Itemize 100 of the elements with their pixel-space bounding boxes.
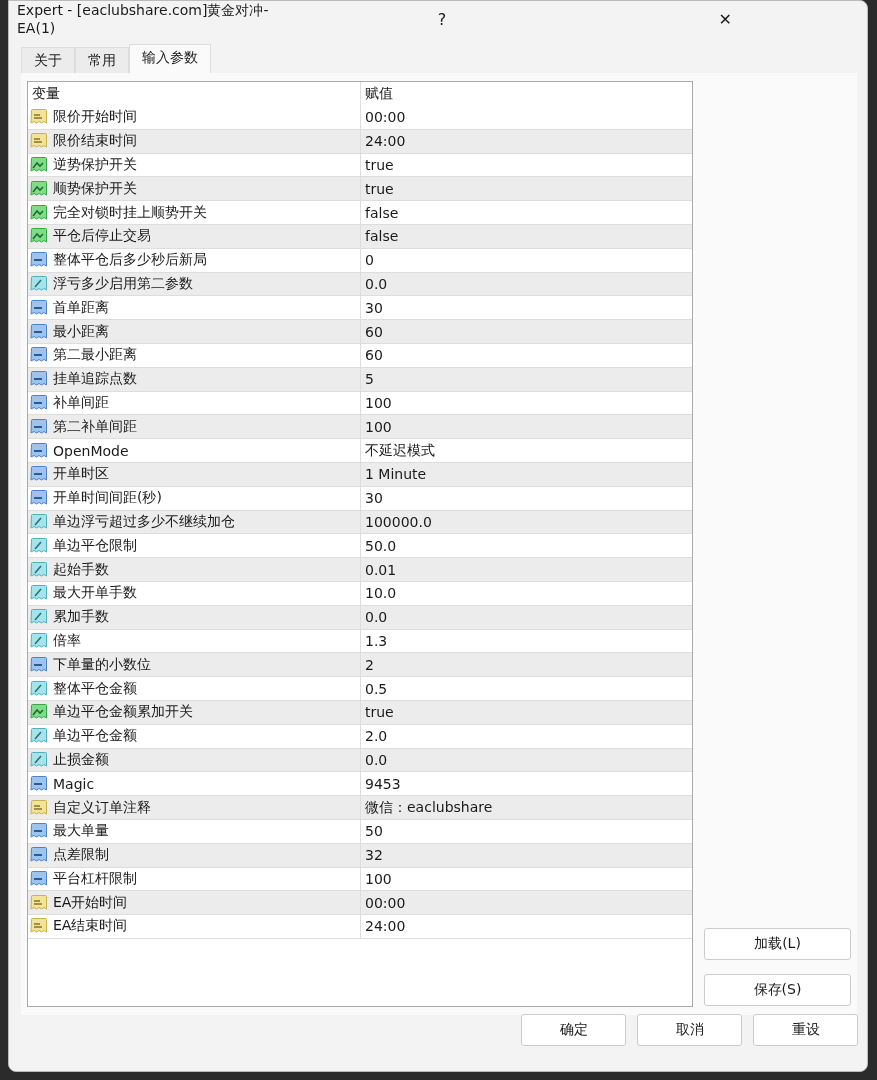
parameter-value[interactable]: 100	[365, 394, 392, 411]
parameter-value[interactable]: 30	[365, 490, 383, 507]
parameter-name: EA开始时间	[53, 893, 128, 912]
parameter-value[interactable]: 0	[365, 252, 374, 269]
parameter-name: 起始手数	[53, 560, 109, 579]
tab[interactable]: 常用	[75, 47, 129, 73]
parameter-value[interactable]: 2.0	[365, 728, 388, 745]
text-type-icon	[30, 132, 48, 151]
decimal-type-icon	[30, 536, 48, 555]
decimal-type-icon	[30, 274, 48, 293]
parameter-value[interactable]: 24:00	[365, 133, 406, 150]
parameter-value[interactable]: false	[365, 204, 399, 221]
integer-type-icon	[30, 489, 48, 508]
parameter-value[interactable]: 微信：eaclubshare	[365, 798, 493, 815]
decimal-type-icon	[30, 608, 48, 627]
integer-type-icon	[30, 370, 48, 389]
tab[interactable]: 输入参数	[129, 44, 211, 73]
parameter-value[interactable]: 100	[365, 870, 392, 887]
parameter-value[interactable]: true	[365, 157, 394, 173]
side-button[interactable]: 保存(S)	[704, 974, 851, 1006]
text-type-icon	[30, 108, 48, 127]
parameter-name: 单边平仓金额累加开关	[53, 703, 193, 722]
parameter-value[interactable]: 50.0	[365, 537, 397, 554]
parameter-value[interactable]: 24:00	[365, 918, 406, 935]
integer-type-icon	[30, 251, 48, 270]
parameter-name: 平仓后停止交易	[53, 227, 151, 246]
parameter-name: 第二最小距离	[53, 346, 137, 365]
boolean-type-icon	[30, 703, 48, 722]
parameter-value[interactable]: 9453	[365, 775, 401, 792]
integer-type-icon	[30, 655, 48, 674]
parameter-value[interactable]: 30	[365, 299, 383, 316]
parameter-value[interactable]: 0.0	[365, 275, 388, 292]
parameter-name: 点差限制	[53, 846, 109, 865]
boolean-type-icon	[30, 227, 48, 246]
parameter-name: EA结束时间	[53, 917, 128, 936]
parameter-name: 限价开始时间	[53, 108, 137, 127]
parameter-value[interactable]: 0.0	[365, 751, 388, 768]
parameter-name: 单边浮亏超过多少不继续加仓	[53, 512, 235, 531]
parameter-value[interactable]: 60	[365, 323, 383, 340]
parameter-value[interactable]: 2	[365, 656, 374, 673]
column-header: 赋值	[365, 85, 393, 101]
dialog-button[interactable]: 重设	[753, 1014, 858, 1046]
decimal-type-icon	[30, 631, 48, 650]
integer-type-icon	[30, 846, 48, 865]
integer-type-icon	[30, 417, 48, 436]
integer-type-icon	[30, 346, 48, 365]
integer-type-icon	[30, 322, 48, 341]
parameter-value[interactable]: 0.5	[365, 680, 388, 697]
parameter-value[interactable]: 不延迟模式	[365, 441, 435, 458]
parameter-name: 完全对锁时挂上顺势开关	[53, 203, 207, 222]
dialog-button[interactable]: 确定	[521, 1014, 626, 1046]
parameter-value[interactable]: 60	[365, 347, 383, 364]
parameter-name: 开单时区	[53, 465, 109, 484]
integer-type-icon	[30, 441, 48, 460]
parameter-name: 单边平仓金额	[53, 727, 137, 746]
boolean-type-icon	[30, 156, 48, 174]
parameter-name: 单边平仓限制	[53, 536, 137, 555]
parameter-name: OpenMode	[53, 442, 129, 459]
parameter-name: 整体平仓金额	[53, 679, 137, 698]
text-type-icon	[30, 917, 48, 936]
dialog-button[interactable]: 取消	[637, 1014, 742, 1046]
boolean-type-icon	[30, 203, 48, 222]
integer-type-icon	[30, 298, 48, 317]
parameter-value[interactable]: true	[365, 180, 394, 197]
parameter-value[interactable]: 100000.0	[365, 513, 432, 530]
parameter-name: 开单时间间距(秒)	[53, 489, 162, 508]
parameter-value[interactable]: 32	[365, 847, 383, 864]
text-type-icon	[30, 798, 48, 817]
parameter-value[interactable]: true	[365, 704, 394, 721]
window-title: Expert - [eaclubshare.com]黄金对冲-EA(1)	[17, 2, 270, 36]
parameter-name: Magic	[53, 775, 95, 792]
parameter-name: 平台杠杆限制	[53, 869, 137, 888]
parameter-value[interactable]: 100	[365, 418, 392, 435]
parameter-name: 顺势保护开关	[53, 179, 137, 198]
decimal-type-icon	[30, 584, 48, 603]
parameter-value[interactable]: 0.01	[365, 561, 397, 578]
parameter-name: 首单距离	[53, 298, 109, 317]
integer-type-icon	[30, 465, 48, 484]
close-button[interactable]: ✕	[583, 9, 867, 29]
help-button[interactable]: ?	[300, 9, 584, 29]
parameter-name: 浮亏多少启用第二参数	[53, 274, 193, 293]
parameter-value[interactable]: 1 Minute	[365, 466, 427, 483]
parameter-value[interactable]: 50	[365, 823, 383, 840]
side-button[interactable]: 加载(L)	[704, 928, 851, 960]
parameter-value[interactable]: 00:00	[365, 109, 406, 126]
parameter-name: 下单量的小数位	[53, 655, 151, 674]
parameter-name: 倍率	[53, 631, 81, 650]
parameter-name: 逆势保护开关	[53, 156, 137, 174]
parameter-name: 自定义订单注释	[53, 798, 151, 817]
parameter-name: 限价结束时间	[53, 132, 137, 151]
text-type-icon	[30, 893, 48, 912]
parameter-value[interactable]: 10.0	[365, 585, 397, 602]
parameter-value[interactable]: 5	[365, 371, 374, 388]
parameter-value[interactable]: 00:00	[365, 894, 406, 911]
tab[interactable]: 关于	[21, 47, 75, 73]
integer-type-icon	[30, 774, 48, 793]
decimal-type-icon	[30, 750, 48, 769]
parameter-value[interactable]: 0.0	[365, 609, 388, 626]
parameter-value[interactable]: false	[365, 228, 399, 245]
parameter-value[interactable]: 1.3	[365, 632, 388, 649]
